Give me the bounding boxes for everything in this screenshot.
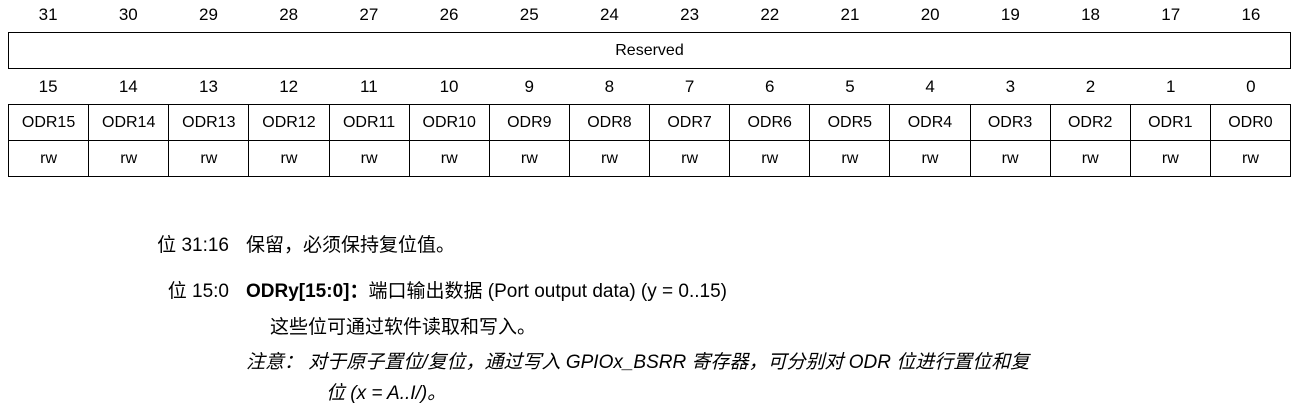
bit-number-6: 6: [765, 77, 775, 96]
note-line-1: 注意： 对于原子置位/复位，通过写入 GPIOx_BSRR 寄存器，可分别对 O…: [246, 352, 1030, 373]
field-cell-odr13: ODR13: [168, 104, 250, 141]
bit-number-17: 17: [1161, 5, 1181, 24]
bit-number-31: 31: [38, 5, 58, 24]
access-cell: rw: [88, 140, 170, 177]
bit-number-18: 18: [1081, 5, 1100, 24]
register-field-table: ODR15 ODR14 ODR13 ODR12 ODR11 ODR10 ODR9 ODR8 OD…: [7, 104, 1292, 177]
bit-number-2: 2: [1085, 77, 1096, 96]
access-cell: rw: [969, 140, 1051, 177]
upper-bit-numbers: 31 30 29 28 27 26 25 24 23 22 21 20 19 18 17 16: [8, 5, 1291, 25]
access-cell: rw: [168, 140, 250, 177]
field-cell-odr15: ODR15: [7, 104, 90, 141]
bit-number-4: 4: [925, 77, 935, 96]
lower-bit-numbers: 15 14 13 12 11 10 9 8 7 6 5 4 3 2 1 0: [8, 77, 1291, 97]
field-name-row: ODR15 ODR14 ODR13 ODR12 ODR11 ODR10 ODR9 ODR8 OD…: [7, 104, 1292, 141]
access-cell: rw: [248, 140, 330, 177]
access-cell: rw: [408, 140, 490, 177]
bit-number-29: 29: [199, 5, 218, 24]
access-cell: rw: [488, 140, 570, 177]
bits-31-16-text: 保留，必须保持复位值。: [246, 235, 456, 256]
field-cell-odr11: ODR11: [328, 104, 410, 141]
field-colon: ：: [349, 281, 369, 302]
field-cell-odr1: ODR1: [1129, 104, 1211, 141]
field-cell-odr12: ODR12: [248, 104, 330, 141]
bit-number-8: 8: [604, 77, 615, 96]
bit-number-16: 16: [1241, 5, 1261, 24]
field-cell-odr2: ODR2: [1049, 104, 1131, 141]
field-cell-odr8: ODR8: [568, 104, 651, 141]
bit-number-7: 7: [684, 77, 695, 96]
field-detail: 这些位可通过软件读取和写入。: [270, 317, 537, 338]
bit-number-21: 21: [840, 5, 860, 24]
bits-15-0-heading: ODRy[15:0]：端口输出数据 (Port output data) (y …: [246, 276, 727, 303]
access-cell: rw: [889, 140, 971, 177]
field-cell-odr6: ODR6: [729, 104, 811, 141]
field-access-row: rw rw rw rw rw rw rw rw rw rw rw rw rw rw rw rw: [7, 140, 1292, 177]
bit-number-26: 26: [439, 5, 459, 24]
bit-number-10: 10: [439, 77, 459, 96]
bit-number-28: 28: [279, 5, 299, 24]
bit-number-24: 24: [599, 5, 619, 24]
bit-number-13: 13: [199, 77, 218, 96]
bit-number-5: 5: [845, 77, 855, 96]
reserved-label: Reserved: [615, 41, 684, 59]
field-cell-odr5: ODR5: [809, 104, 891, 141]
field-cell-odr0: ODR0: [1209, 104, 1292, 141]
bit-number-25: 25: [519, 5, 539, 24]
reserved-field: Reserved: [8, 32, 1291, 69]
bit-number-9: 9: [524, 77, 534, 96]
note-line-2: 位 (x = A..I/)。: [326, 383, 447, 404]
bit-number-23: 23: [680, 5, 700, 24]
access-cell: rw: [1129, 140, 1211, 177]
access-cell: rw: [7, 140, 90, 177]
field-cell-odr4: ODR4: [889, 104, 971, 141]
bit-number-12: 12: [279, 77, 299, 96]
bit-number-30: 30: [118, 5, 138, 24]
bit-number-22: 22: [760, 5, 780, 24]
access-cell: rw: [1209, 140, 1292, 177]
access-cell: rw: [328, 140, 410, 177]
field-description: 端口输出数据 (Port output data) (y = 0..15): [368, 281, 728, 302]
bits-31-16-label: 位 31:16: [157, 235, 229, 256]
field-name: ODRy[15:0]: [246, 281, 350, 302]
access-cell: rw: [1049, 140, 1131, 177]
bit-number-0: 0: [1246, 77, 1256, 96]
field-cell-odr10: ODR10: [408, 104, 490, 141]
bit-number-11: 11: [360, 77, 378, 96]
field-cell-odr7: ODR7: [648, 104, 731, 141]
bit-number-27: 27: [359, 5, 379, 24]
field-cell-odr3: ODR3: [969, 104, 1051, 141]
bits-15-0-label: 位 15:0: [167, 281, 229, 302]
bit-number-19: 19: [1000, 5, 1020, 24]
access-cell: rw: [568, 140, 651, 177]
access-cell: rw: [809, 140, 891, 177]
bit-number-15: 15: [38, 77, 58, 96]
field-cell-odr9: ODR9: [488, 104, 570, 141]
field-cell-odr14: ODR14: [88, 104, 170, 141]
bit-number-14: 14: [118, 77, 138, 96]
bit-number-20: 20: [920, 5, 940, 24]
bit-number-1: 1: [1165, 77, 1176, 96]
access-cell: rw: [729, 140, 811, 177]
bit-number-3: 3: [1005, 77, 1016, 96]
access-cell: rw: [648, 140, 731, 177]
